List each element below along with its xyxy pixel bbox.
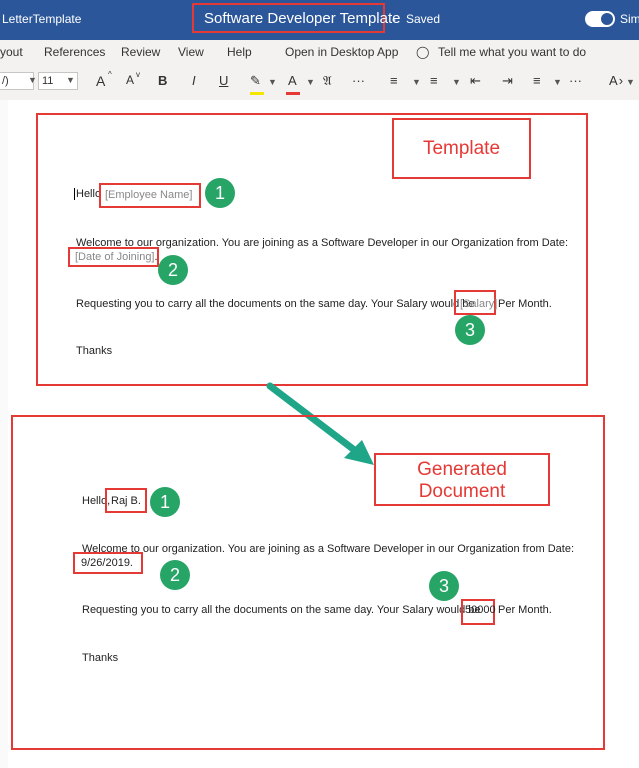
tell-me-search[interactable]: Tell me what you want to do — [438, 45, 586, 59]
template-label: Template — [392, 118, 531, 179]
generated-salary-suffix: Per Month. — [498, 604, 552, 616]
menu-bar: yout References Review View Help Open in… — [0, 40, 639, 65]
menu-references[interactable]: References — [44, 45, 105, 59]
chevron-down-icon[interactable]: ▼ — [268, 77, 277, 87]
decrease-indent-icon[interactable]: ⇤ — [470, 73, 481, 89]
chevron-down-icon[interactable]: ▼ — [28, 75, 37, 85]
shrink-font-button[interactable]: A — [126, 73, 134, 87]
badge-2-generated: 2 — [160, 560, 190, 590]
align-icon[interactable]: ≡ — [533, 73, 541, 88]
badge-3: 3 — [455, 315, 485, 345]
shrink-font-caret-icon: v — [136, 70, 140, 79]
menu-help[interactable]: Help — [227, 45, 252, 59]
lightbulb-icon: ◯ — [416, 45, 430, 59]
italic-button[interactable]: I — [192, 73, 196, 88]
document-title[interactable]: Software Developer Template — [204, 10, 401, 27]
generated-thanks: Thanks — [82, 652, 119, 664]
badge-2: 2 — [158, 255, 188, 285]
highlight-color-bar — [250, 92, 264, 95]
template-date-field[interactable]: [Date of Joining] — [75, 251, 155, 263]
badge-1-generated: 1 — [150, 487, 180, 517]
font-color-button[interactable]: A — [288, 73, 297, 88]
bold-button[interactable]: B — [158, 73, 167, 88]
file-name[interactable]: LetterTemplate — [2, 12, 81, 26]
chevron-down-icon[interactable]: ▼ — [66, 75, 75, 85]
left-margin — [0, 100, 8, 768]
generated-label-line2: Document — [418, 481, 506, 502]
increase-indent-icon[interactable]: ⇥ — [502, 73, 513, 89]
numbering-icon[interactable]: ≡ — [430, 73, 438, 88]
template-hello: Hello — [74, 188, 102, 200]
simplified-ribbon-label: Sim — [620, 12, 639, 26]
grow-font-button[interactable]: A — [96, 73, 105, 89]
template-salary-line: Requesting you to carry all the document… — [76, 298, 475, 310]
clear-format-icon[interactable]: 𝔄 — [323, 73, 332, 89]
save-status: Saved — [406, 12, 441, 26]
template-salary-suffix: Per Month. — [498, 298, 552, 310]
highlight-icon[interactable]: ✎ — [250, 73, 261, 89]
template-thanks: Thanks — [76, 345, 113, 357]
generated-date: 9/26/2019. — [81, 557, 133, 569]
chevron-down-icon[interactable]: ▼ — [306, 77, 315, 87]
menu-view[interactable]: View — [178, 45, 204, 59]
badge-3-generated: 3 — [429, 571, 459, 601]
font-color-bar — [286, 92, 300, 95]
menu-review[interactable]: Review — [121, 45, 160, 59]
menu-layout[interactable]: yout — [0, 45, 23, 59]
simplified-ribbon-toggle[interactable] — [585, 11, 615, 27]
menu-open-desktop[interactable]: Open in Desktop App — [285, 45, 398, 59]
styles-icon[interactable]: A › — [609, 73, 623, 88]
generated-label-line1: Generated — [417, 459, 507, 480]
more-options-button-2[interactable]: ··· — [569, 73, 582, 88]
generated-welcome-line: Welcome to our organization. You are joi… — [82, 543, 575, 555]
chevron-down-icon[interactable]: ▼ — [553, 77, 562, 87]
chevron-down-icon[interactable]: ▼ — [452, 77, 461, 87]
generated-salary: 50000 — [465, 604, 496, 616]
generated-label: Generated Document — [374, 453, 550, 506]
underline-button[interactable]: U — [219, 73, 228, 88]
generated-employee-name: Raj B. — [111, 495, 141, 507]
template-employee-name-field[interactable]: [Employee Name] — [105, 189, 192, 201]
chevron-down-icon[interactable]: ▼ — [626, 77, 635, 87]
chevron-down-icon[interactable]: ▼ — [412, 77, 421, 87]
generated-salary-prefix: Requesting you to carry all the document… — [82, 604, 481, 616]
title-separator: - — [392, 12, 396, 26]
more-options-button[interactable]: ··· — [352, 73, 365, 88]
badge-1: 1 — [205, 178, 235, 208]
formatting-toolbar: /) ▼ 11 ▼ A ^ A v B I U ✎ ▼ A ▼ 𝔄 ··· ≡ … — [0, 65, 639, 101]
grow-font-caret-icon: ^ — [108, 70, 112, 79]
title-bar: LetterTemplate Software Developer Templa… — [0, 0, 639, 40]
bullets-icon[interactable]: ≡ — [390, 73, 398, 88]
template-date-line: [Date of Joining]. — [75, 251, 158, 263]
template-salary-field[interactable]: [Salary] — [460, 298, 497, 310]
